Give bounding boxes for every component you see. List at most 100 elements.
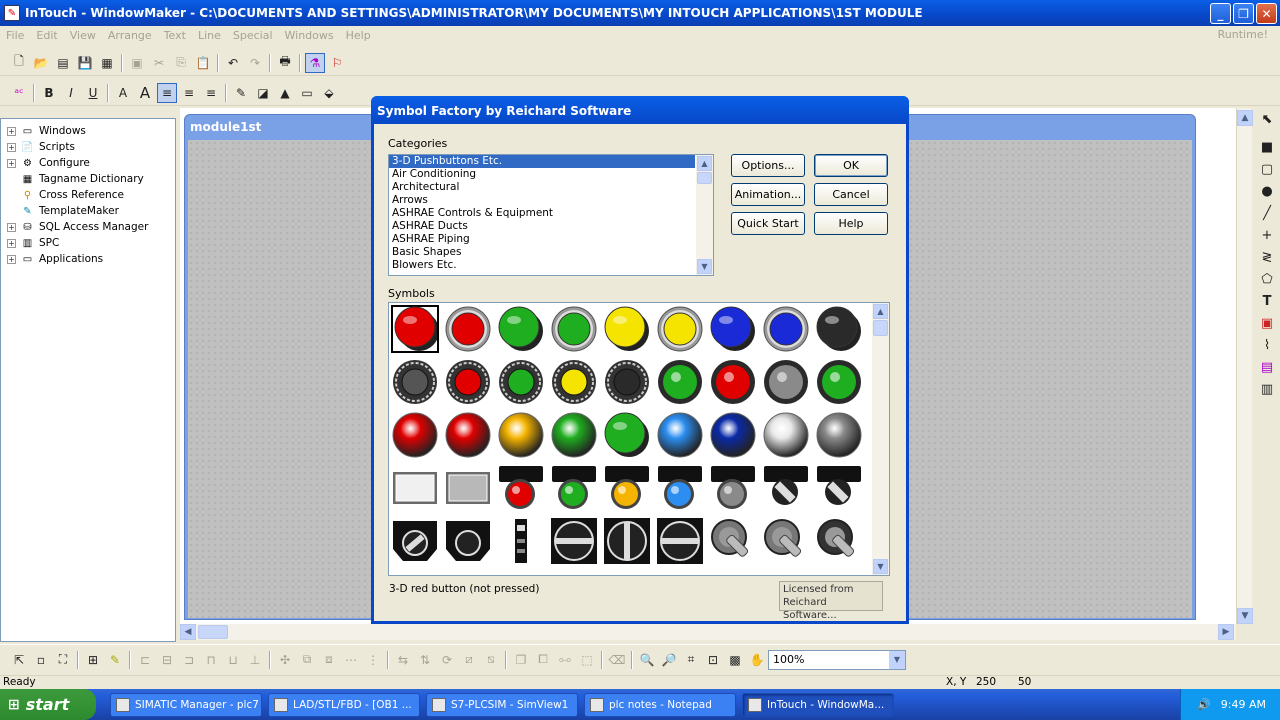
text-tool-icon[interactable]: T: [1256, 290, 1278, 312]
ok-button[interactable]: OK: [814, 154, 888, 177]
italic-icon[interactable]: I: [61, 83, 81, 103]
animation-button[interactable]: Animation...: [731, 183, 805, 206]
menu-special[interactable]: Special: [227, 29, 279, 42]
list-item[interactable]: Architectural: [389, 181, 695, 194]
options-button[interactable]: Options...: [731, 154, 805, 177]
yellow-glossy-light-symbol[interactable]: [497, 411, 545, 459]
select-mode-icon[interactable]: ⇱: [9, 650, 29, 670]
list-item[interactable]: ASHRAE Piping: [389, 233, 695, 246]
pan-hand-icon[interactable]: ✋: [747, 650, 767, 670]
taskbar-item[interactable]: LAD/STL/FBD - [OB1 ...: [268, 692, 420, 717]
dark-lever-switch-symbol[interactable]: [815, 517, 863, 565]
start-button[interactable]: ⊞ start: [0, 689, 96, 720]
symbol-factory-icon[interactable]: ⚐: [327, 53, 347, 73]
align-right-icon[interactable]: ≡: [201, 83, 221, 103]
menu-text[interactable]: Text: [158, 29, 192, 42]
tree-item-windows[interactable]: + ▭ Windows: [1, 123, 175, 139]
fill-bucket-icon[interactable]: ⬙: [319, 83, 339, 103]
license-notice[interactable]: Licensed from Reichard Software...: [779, 581, 883, 621]
fullscreen-icon[interactable]: ⛶: [53, 650, 73, 670]
categories-scrollbar[interactable]: ▲ ▼: [696, 155, 713, 275]
open-icon[interactable]: 📂: [31, 53, 51, 73]
navy-glossy-light-symbol[interactable]: [709, 411, 757, 459]
line-color-icon[interactable]: ✎: [231, 83, 251, 103]
tree-item-cross-reference[interactable]: ⚲ Cross Reference: [1, 187, 175, 203]
ungroup-icon[interactable]: ⧟: [555, 650, 575, 670]
menu-view[interactable]: View: [64, 29, 102, 42]
send-to-back-icon[interactable]: ⧄: [459, 650, 479, 670]
green-3d-button-symbol[interactable]: [497, 305, 545, 353]
categories-scroll-thumb[interactable]: [697, 172, 712, 184]
chevron-down-icon[interactable]: ▼: [889, 650, 905, 669]
green-flat-light-symbol[interactable]: [815, 358, 863, 406]
red-glossy-light-symbol[interactable]: [444, 411, 492, 459]
cut-window-icon[interactable]: ▣: [127, 53, 147, 73]
green-glossy-light-symbol[interactable]: [550, 411, 598, 459]
font-color-icon[interactable]: ᵃᶜ: [9, 83, 29, 103]
speaker-icon[interactable]: 🔊: [1197, 698, 1211, 711]
rotate-icon[interactable]: ⟳: [437, 650, 457, 670]
break-cell-icon[interactable]: ⧈: [319, 650, 339, 670]
font-larger-icon[interactable]: A: [135, 83, 155, 103]
key-switch-mount-symbol[interactable]: [815, 464, 863, 512]
menu-edit[interactable]: Edit: [30, 29, 63, 42]
tree-item-configure[interactable]: + ⚙ Configure: [1, 155, 175, 171]
red-dome-light-symbol[interactable]: [391, 411, 439, 459]
scroll-down-icon[interactable]: ▼: [1237, 608, 1253, 624]
menu-windows[interactable]: Windows: [279, 29, 340, 42]
red-pilot-light-symbol[interactable]: [709, 358, 757, 406]
white-glossy-light-symbol[interactable]: [762, 411, 810, 459]
close-button[interactable]: ✕: [1256, 3, 1277, 24]
ruler-icon[interactable]: ✎: [105, 650, 125, 670]
align-right-edges-icon[interactable]: ⊐: [179, 650, 199, 670]
open-window-icon[interactable]: ▤: [53, 53, 73, 73]
tree-item-templatemaker[interactable]: ✎ TemplateMaker: [1, 203, 175, 219]
trend-tool-icon[interactable]: ⌇: [1256, 334, 1278, 356]
rotary-switch-horizontal-symbol[interactable]: [550, 517, 598, 565]
list-item[interactable]: Air Conditioning: [389, 168, 695, 181]
reshape-icon[interactable]: ⬚: [577, 650, 597, 670]
polyline-tool-icon[interactable]: ≷: [1256, 246, 1278, 268]
black-3d-button-symbol[interactable]: [815, 305, 863, 353]
gray-lever-switch-symbol[interactable]: [709, 517, 757, 565]
workspace-vertical-scrollbar[interactable]: ▲ ▼: [1236, 108, 1253, 624]
taskbar-item[interactable]: SIMATIC Manager - plc7: [110, 692, 262, 717]
line-tool-icon[interactable]: ╱: [1256, 202, 1278, 224]
red-bezel-button-symbol[interactable]: [444, 358, 492, 406]
white-rect-button-symbol[interactable]: [391, 464, 439, 512]
taskbar-item[interactable]: plc notes - Notepad: [584, 692, 736, 717]
window-mode-icon[interactable]: ▫: [31, 650, 51, 670]
gray-round-button-symbol[interactable]: [391, 358, 439, 406]
selector-switch-left-symbol[interactable]: [391, 517, 439, 565]
menu-help[interactable]: Help: [340, 29, 377, 42]
fill-color-icon[interactable]: ◪: [253, 83, 273, 103]
menu-arrange[interactable]: Arrange: [102, 29, 158, 42]
gray-mount-light-symbol[interactable]: [709, 464, 757, 512]
list-item[interactable]: Basic Shapes: [389, 246, 695, 259]
bitmap-tool-icon[interactable]: ▣: [1256, 312, 1278, 334]
erase-icon[interactable]: ⌫: [607, 650, 627, 670]
align-left-icon[interactable]: ≡: [157, 82, 177, 103]
green-button-ring-symbol[interactable]: [550, 305, 598, 353]
align-left-edges-icon[interactable]: ⊏: [135, 650, 155, 670]
save-icon[interactable]: 💾: [75, 53, 95, 73]
zoom-page-icon[interactable]: ▩: [725, 650, 745, 670]
minimize-button[interactable]: _: [1210, 3, 1231, 24]
rotary-switch-horizontal-2-symbol[interactable]: [656, 517, 704, 565]
align-centers-icon[interactable]: ⊟: [157, 650, 177, 670]
taskbar-item[interactable]: S7-PLCSIM - SimView1: [426, 692, 578, 717]
workspace-horizontal-scrollbar[interactable]: ◀ ▶: [180, 624, 1236, 640]
red-button-ring-symbol[interactable]: [444, 305, 492, 353]
text-color-icon[interactable]: ▲: [275, 83, 295, 103]
yellow-mount-light-symbol[interactable]: [603, 464, 651, 512]
help-button[interactable]: Help: [814, 212, 888, 235]
blue-3d-button-symbol[interactable]: [709, 305, 757, 353]
button-tool-icon[interactable]: ▤: [1256, 356, 1278, 378]
expand-icon[interactable]: +: [7, 126, 16, 136]
tree-item-sql-access-manager[interactable]: + ⛁ SQL Access Manager: [1, 219, 175, 235]
green-mount-light-symbol[interactable]: [550, 464, 598, 512]
menu-file[interactable]: File: [0, 29, 30, 42]
scroll-down-icon[interactable]: ▼: [873, 559, 888, 574]
runtime-link[interactable]: Runtime!: [1212, 28, 1274, 41]
ellipse-tool-icon[interactable]: ●: [1256, 180, 1278, 202]
